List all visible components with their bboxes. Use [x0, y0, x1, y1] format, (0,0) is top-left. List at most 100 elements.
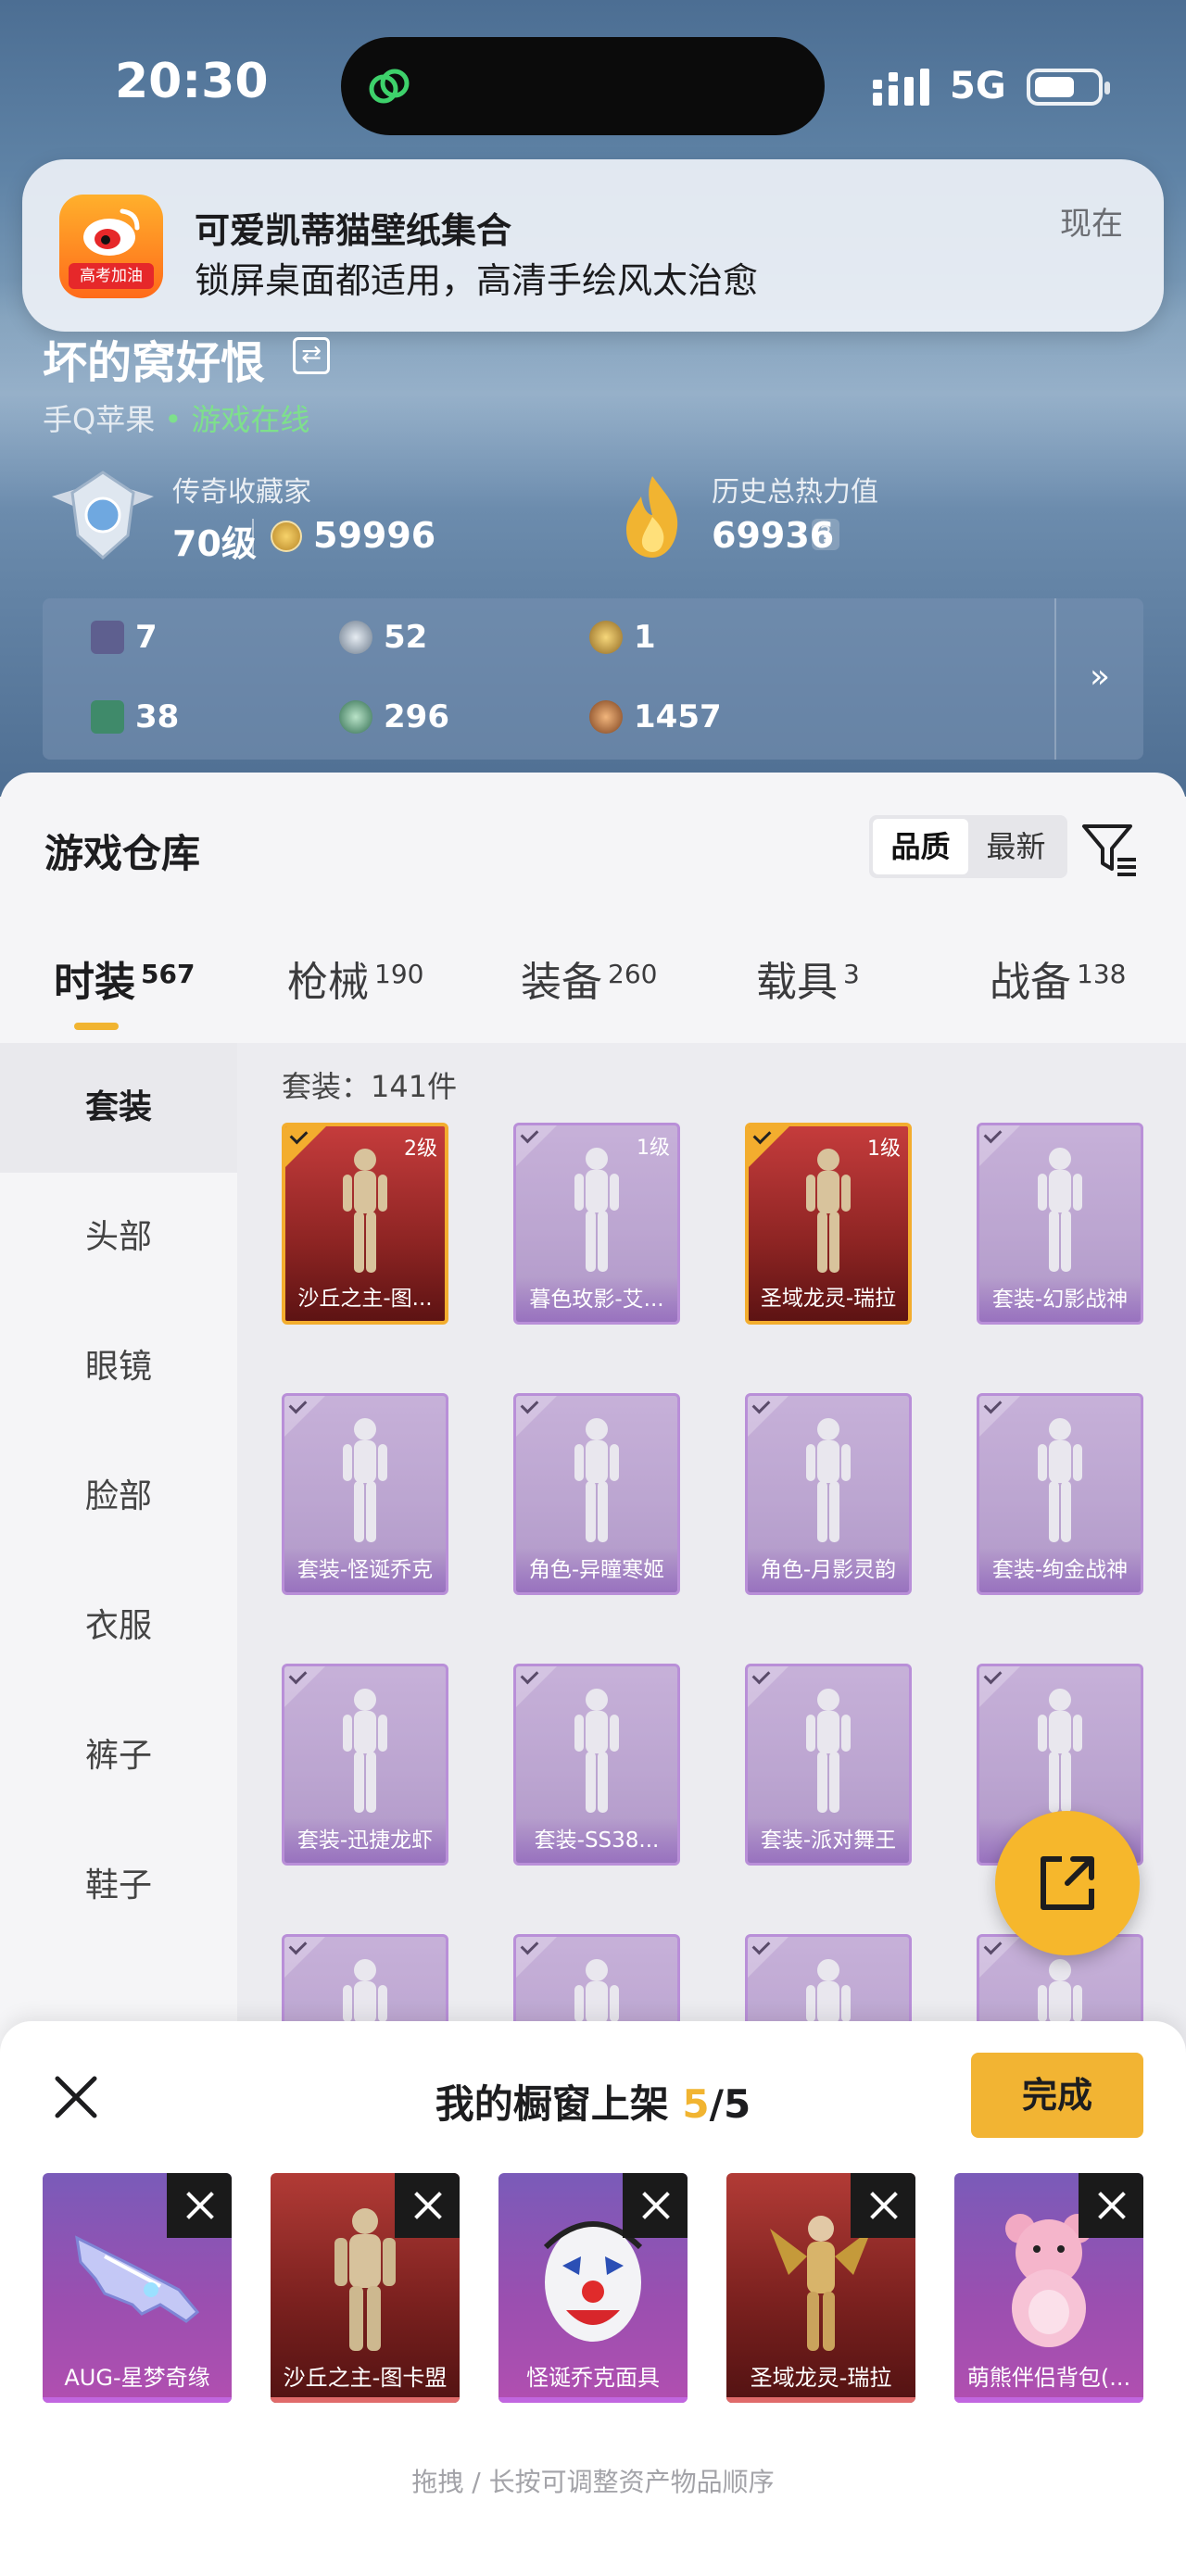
item-level: 1级: [637, 1137, 670, 1160]
remove-icon[interactable]: [623, 2173, 688, 2238]
stats-more-button[interactable]: »: [1054, 598, 1143, 760]
heat-label: 历史总热力值: [712, 476, 878, 509]
sidebar-item-clothes[interactable]: 衣服: [0, 1562, 237, 1691]
item-label: 角色-月影灵韵: [748, 1548, 909, 1592]
showcase-slot[interactable]: 沙丘之主-图卡盟: [271, 2173, 460, 2403]
check-icon: [979, 1666, 1020, 1707]
tab-vehicles[interactable]: 载具 3: [756, 949, 860, 1008]
divider: [252, 519, 254, 554]
tab-count: 138: [1077, 959, 1127, 989]
check-icon: [748, 1666, 789, 1707]
remove-icon[interactable]: [851, 2173, 915, 2238]
silver-medal-icon: [339, 621, 372, 654]
item-label: 套装-迅捷龙虾: [284, 1818, 446, 1863]
item-label: 套装-幻影战神: [979, 1277, 1141, 1322]
item-label: 套装-怪诞乔克: [284, 1548, 446, 1592]
item-card[interactable]: 套装-怪诞乔克: [282, 1393, 448, 1595]
check-icon: [284, 1396, 325, 1437]
tab-equipment[interactable]: 装备 260: [521, 949, 657, 1008]
tab-fashion[interactable]: 时装 567: [54, 949, 195, 1008]
showcase-slot[interactable]: AUG-星梦奇缘: [43, 2173, 232, 2403]
card-icon: [91, 621, 124, 654]
item-card[interactable]: 角色-异瞳寒姬: [513, 1393, 680, 1595]
link-icon: [369, 69, 410, 104]
item-card[interactable]: 套装-迅捷龙虾: [282, 1664, 448, 1866]
filter-icon[interactable]: [1080, 821, 1138, 878]
item-level: 2级: [404, 1137, 437, 1161]
showcase-slot[interactable]: 圣域龙灵-瑞拉: [726, 2173, 915, 2403]
item-card[interactable]: 套装-幻影战神: [977, 1123, 1143, 1325]
item-figure-image: [806, 1149, 851, 1273]
stat-value: 38: [135, 698, 180, 735]
sidebar-item-shoes[interactable]: 鞋子: [0, 1821, 237, 1951]
gold-medal-icon: [589, 621, 623, 654]
bronze-coin-icon: [589, 700, 623, 734]
sidebar-item-pants[interactable]: 裤子: [0, 1691, 237, 1821]
collection-stats-panel: 7 52 1 38 296 1457 »: [43, 598, 1143, 760]
share-button[interactable]: [995, 1811, 1140, 1955]
sidebar-item-face[interactable]: 脸部: [0, 1432, 237, 1562]
sidebar-item-suit[interactable]: 套装: [0, 1043, 237, 1173]
tab-label: 载具: [756, 959, 838, 1006]
tab-count: 190: [374, 959, 424, 989]
remove-icon[interactable]: [167, 2173, 232, 2238]
signal-icon: [873, 69, 929, 106]
check-icon: [285, 1126, 326, 1167]
stat-gold-medal: 1: [589, 617, 656, 658]
item-label: 圣域龙灵-瑞拉: [760, 1287, 897, 1311]
item-label: 套装-SS38...: [516, 1818, 677, 1863]
help-icon[interactable]: ?: [812, 519, 839, 550]
check-icon: [516, 1666, 557, 1707]
check-icon: [284, 1937, 325, 1978]
item-card[interactable]: 1级暮色玫影-艾...: [513, 1123, 680, 1325]
sidebar-item-head[interactable]: 头部: [0, 1173, 237, 1302]
item-card[interactable]: 1级 圣域龙灵-瑞拉: [745, 1123, 912, 1325]
item-label: 暮色玫影-艾...: [516, 1277, 677, 1322]
check-icon: [979, 1125, 1020, 1166]
sidebar-item-glasses[interactable]: 眼镜: [0, 1302, 237, 1432]
showcase-slot[interactable]: 萌熊伴侣背包(...: [954, 2173, 1143, 2403]
check-icon: [979, 1396, 1020, 1437]
stat-value: 1: [634, 619, 656, 656]
check-icon: [749, 1126, 789, 1167]
item-figure-image: [343, 1149, 387, 1273]
sort-newest-button[interactable]: 最新: [968, 819, 1064, 874]
item-card[interactable]: 角色-月影灵韵: [745, 1393, 912, 1595]
stat-card: 7: [91, 617, 158, 658]
stat-value: 296: [384, 698, 449, 735]
gold-coin-icon: [271, 521, 302, 552]
stat-value: 1457: [634, 698, 722, 735]
rank-label: 传奇收藏家: [172, 476, 311, 509]
notification-banner[interactable]: 高考加油 可爱凯蒂猫壁纸集合 锁屏桌面都适用，高清手绘风太治愈 现在: [22, 159, 1164, 332]
check-icon: [748, 1396, 789, 1437]
item-card[interactable]: 套装-绚金战神: [977, 1393, 1143, 1595]
done-button[interactable]: 完成: [971, 2053, 1143, 2138]
showcase-slot[interactable]: 怪诞乔克面具: [498, 2173, 688, 2403]
remove-icon[interactable]: [1079, 2173, 1143, 2238]
item-card[interactable]: 2级 沙丘之主-图...: [282, 1123, 448, 1325]
tab-label: 装备: [521, 959, 602, 1006]
dynamic-island: [341, 37, 825, 135]
tab-weapons[interactable]: 枪械 190: [287, 949, 423, 1008]
check-icon: [284, 1666, 325, 1707]
item-card[interactable]: 套装-派对舞王: [745, 1664, 912, 1866]
share-icon: [1041, 1856, 1094, 1910]
tab-supplies[interactable]: 战备 138: [990, 949, 1126, 1008]
item-card[interactable]: 套装-SS38...: [513, 1664, 680, 1866]
platform-label: 手Q苹果: [43, 402, 156, 437]
battery-icon: [1027, 69, 1110, 106]
sort-quality-button[interactable]: 品质: [873, 819, 968, 874]
notification-time: 现在: [1060, 206, 1123, 243]
rank-badge-icon: [52, 471, 154, 560]
showcase-filled-count: 5: [682, 2081, 710, 2127]
stat-value: 7: [135, 619, 158, 656]
remove-icon[interactable]: [395, 2173, 460, 2238]
green-card-icon: [91, 700, 124, 734]
item-label: 角色-异瞳寒姬: [516, 1548, 677, 1592]
tab-count: 3: [843, 959, 860, 989]
slot-label: 萌熊伴侣背包(...: [954, 2353, 1143, 2403]
slot-label: 圣域龙灵-瑞拉: [726, 2353, 915, 2403]
switch-account-icon[interactable]: ⇄: [293, 337, 330, 374]
tab-label: 战备: [990, 959, 1071, 1006]
slot-label: 怪诞乔克面具: [498, 2353, 688, 2403]
